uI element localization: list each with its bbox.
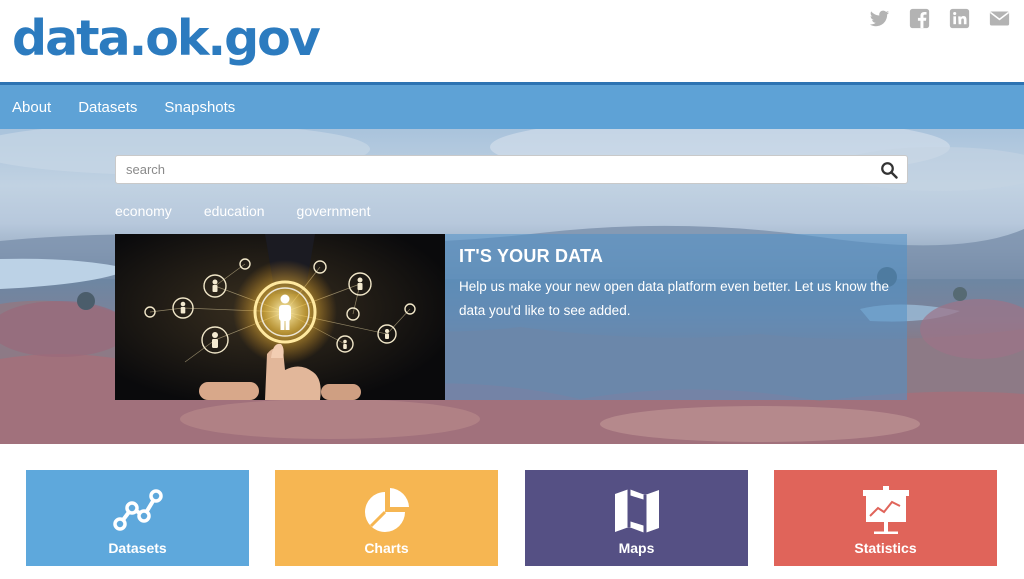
feature-image <box>115 234 445 400</box>
email-icon[interactable] <box>989 8 1010 29</box>
main-nav: About Datasets Snapshots <box>0 82 1024 129</box>
nav-item-about[interactable]: About <box>12 99 51 116</box>
feature-title: IT'S YOUR DATA <box>459 246 604 266</box>
feature-panel: IT'S YOUR DATA Help us make your new ope… <box>445 234 907 400</box>
facebook-icon[interactable] <box>909 8 930 29</box>
tile-label: Statistics <box>854 540 917 556</box>
popular-tags: economy education government <box>115 203 370 219</box>
tile-maps[interactable]: Maps <box>525 470 748 566</box>
linkedin-icon[interactable] <box>949 8 970 29</box>
tile-datasets[interactable]: Datasets <box>26 470 249 566</box>
network-people-illustration <box>115 234 445 400</box>
nav-item-datasets[interactable]: Datasets <box>78 99 137 116</box>
feature-text: Help us make your new open data platform… <box>459 279 890 318</box>
hero-banner: economy education government <box>0 129 1024 444</box>
tile-label: Maps <box>618 540 655 556</box>
nav-item-snapshots[interactable]: Snapshots <box>164 99 235 116</box>
line-graph-icon <box>112 489 163 531</box>
twitter-icon[interactable] <box>869 8 890 29</box>
search-icon[interactable] <box>880 161 898 179</box>
tile-label: Charts <box>364 540 409 556</box>
search-input[interactable] <box>116 156 866 183</box>
site-header: data.ok.gov <box>0 0 1024 82</box>
tag-economy[interactable]: economy <box>115 203 172 219</box>
presentation-chart-icon <box>862 486 909 534</box>
tag-government[interactable]: government <box>297 203 371 219</box>
pie-chart-icon <box>364 488 409 532</box>
social-links <box>869 8 1010 29</box>
category-tiles: Datasets Charts Maps Statistics <box>26 470 998 566</box>
search-bar <box>115 155 908 184</box>
site-logo[interactable]: data.ok.gov <box>12 6 321 72</box>
tile-charts[interactable]: Charts <box>275 470 498 566</box>
tile-statistics[interactable]: Statistics <box>774 470 997 566</box>
tag-education[interactable]: education <box>204 203 265 219</box>
map-icon <box>614 489 659 533</box>
feature-card[interactable]: IT'S YOUR DATA Help us make your new ope… <box>115 234 907 400</box>
tile-label: Datasets <box>108 540 167 556</box>
